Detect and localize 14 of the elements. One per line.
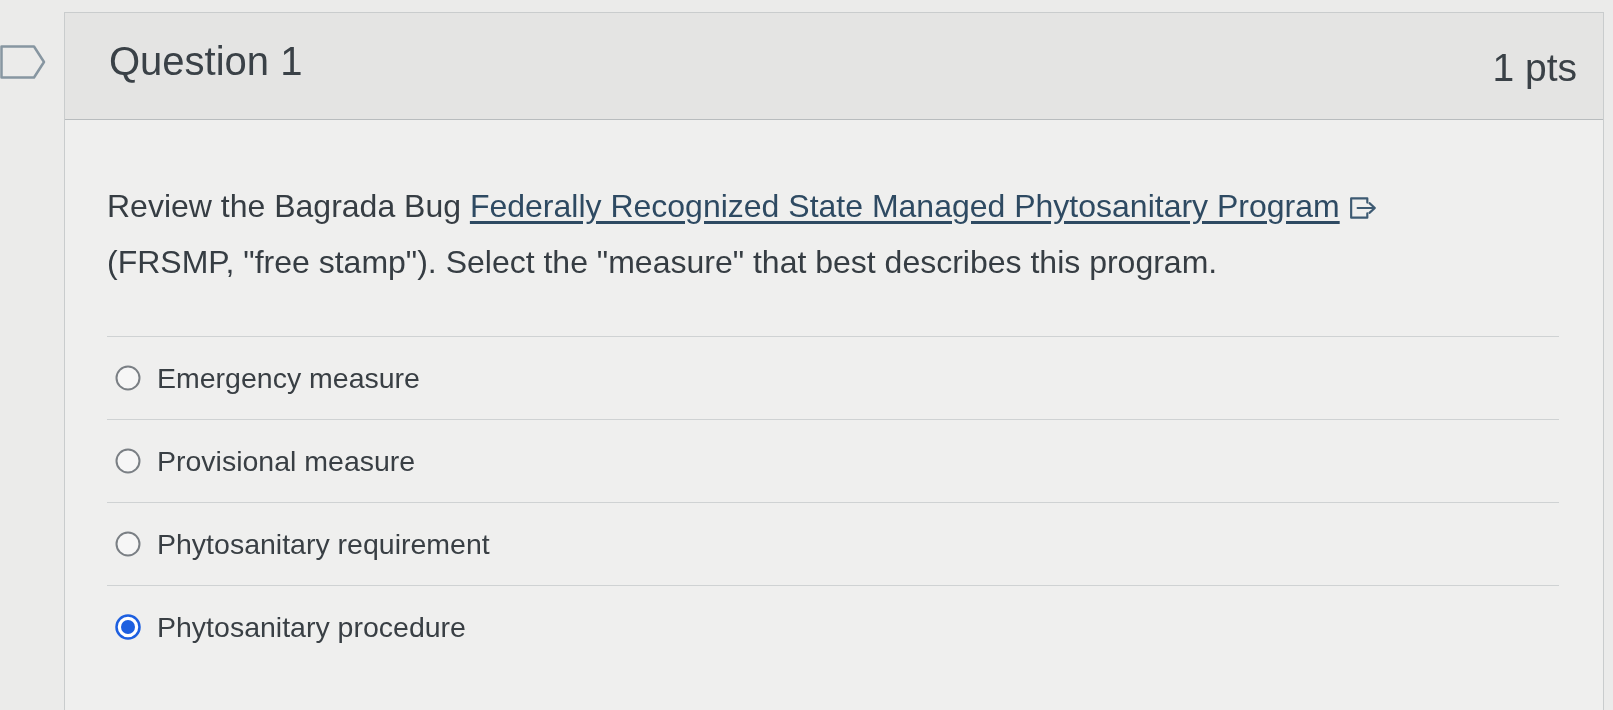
- question-text: Review the Bagrada Bug Federally Recognized State Managed Phytosanitary Program (FRSMP, "free stamp"). Select the "measure" that best describes this program.: [107, 178, 1559, 290]
- question-points: 1 pts: [1492, 46, 1577, 90]
- answer-label[interactable]: Phytosanitary procedure: [157, 610, 466, 644]
- radio-button[interactable]: [115, 448, 141, 474]
- answer-label[interactable]: Emergency measure: [157, 361, 420, 395]
- answer-label[interactable]: Phytosanitary requirement: [157, 527, 490, 561]
- flag-icon[interactable]: [0, 45, 46, 79]
- program-link[interactable]: Federally Recognized State Managed Phytosanitary Program: [469, 188, 1340, 224]
- radio-button[interactable]: [115, 365, 141, 391]
- radio-button[interactable]: [115, 531, 141, 557]
- answer-label[interactable]: Provisional measure: [157, 444, 416, 478]
- external-link-icon[interactable]: [1348, 196, 1377, 220]
- radio-button[interactable]: [115, 614, 141, 640]
- question-title: Question 1: [109, 38, 303, 84]
